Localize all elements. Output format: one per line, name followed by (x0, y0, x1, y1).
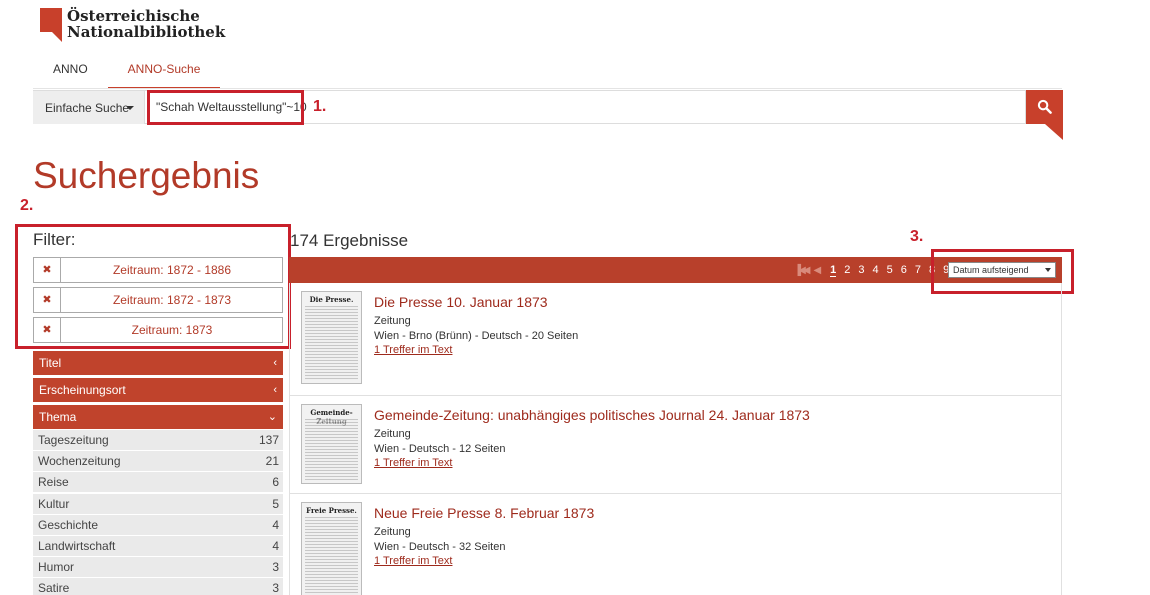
facet-value[interactable]: Reise 6 (33, 472, 283, 492)
facet-value[interactable]: Kultur 5 (33, 494, 283, 514)
page-title: Suchergebnis (33, 155, 260, 196)
facet-value-label: Humor (38, 560, 75, 574)
newspaper-thumbnail[interactable]: Gemeinde-Zeitung (301, 404, 362, 484)
result-hits-link[interactable]: 1 Treffer im Text (374, 555, 452, 567)
result-item: Gemeinde-Zeitung Gemeinde-Zeitung: unabh… (289, 396, 1062, 494)
newspaper-thumbnail[interactable]: Die Presse. (301, 291, 362, 384)
facet-value[interactable]: Tageszeitung 137 (33, 430, 283, 450)
search-type-label: Einfache Suche (45, 101, 130, 115)
page-link[interactable]: 5 (887, 264, 893, 276)
annotation-label-3: 3. (910, 228, 924, 245)
result-details: Wien - Deutsch - 32 Seiten (374, 541, 506, 553)
facet-value-count: 5 (272, 497, 279, 511)
annotation-box-1 (147, 90, 304, 125)
page-link[interactable]: 4 (873, 264, 879, 276)
annotation-label-1: 1. (313, 98, 327, 115)
facet-thema[interactable]: Thema ⌄ (33, 405, 283, 429)
result-title[interactable]: Gemeinde-Zeitung: unabhängiges politisch… (374, 407, 810, 423)
search-icon (1037, 99, 1052, 114)
nav-divider (33, 88, 1062, 89)
logo-line-2: Nationalbibliothek (67, 23, 226, 41)
facet-label: Erscheinungsort (39, 383, 126, 397)
facet-erscheinungsort[interactable]: Erscheinungsort ‹ (33, 378, 283, 402)
page-link[interactable]: 1 (830, 264, 837, 277)
newspaper-thumbnail[interactable]: Freie Presse. (301, 502, 362, 595)
results-count: 174 Ergebnisse (290, 231, 409, 250)
page-link[interactable]: 2 (844, 264, 850, 276)
facet-value[interactable]: Wochenzeitung 21 (33, 451, 283, 471)
result-details: Wien - Brno (Brünn) - Deutsch - 20 Seite… (374, 330, 579, 342)
facet-value-count: 137 (258, 433, 279, 447)
facet-value-label: Landwirtschaft (38, 539, 116, 553)
result-details: Wien - Deutsch - 12 Seiten (374, 443, 506, 455)
facet-value-count: 3 (272, 560, 279, 574)
facet-value[interactable]: Geschichte 4 (33, 515, 283, 535)
result-hits-link[interactable]: 1 Treffer im Text (374, 457, 452, 469)
result-title[interactable]: Neue Freie Presse 8. Februar 1873 (374, 505, 594, 521)
logo-text: Österreichische Nationalbibliothek (67, 8, 225, 41)
annotation-label-2: 2. (20, 197, 34, 214)
facet-value-label: Satire (38, 581, 70, 595)
remove-filter-icon[interactable]: ✖ (34, 258, 61, 282)
filter-tag-label: Zeitraum: 1872 - 1886 (112, 263, 232, 277)
facet-value-count: 4 (272, 518, 279, 532)
logo-line-1: Österreichische (67, 7, 200, 25)
facet-value-label: Tageszeitung (38, 433, 109, 447)
onb-logo[interactable]: Österreichische Nationalbibliothek (40, 8, 225, 42)
facet-value-label: Wochenzeitung (38, 454, 121, 468)
filter-title: Filter: (33, 230, 76, 249)
chevron-left-icon: ‹ (273, 384, 277, 396)
filter-tag: ✖ Zeitraum: 1873 (33, 317, 283, 343)
remove-filter-icon[interactable]: ✖ (34, 288, 61, 312)
page-link[interactable]: 7 (915, 264, 921, 276)
facet-value-label: Kultur (38, 497, 70, 511)
facet-value[interactable]: Humor 3 (33, 557, 283, 577)
result-item: Freie Presse. Neue Freie Presse 8. Febru… (289, 494, 1062, 595)
first-page-icon[interactable]: ▐◀◀ (794, 265, 811, 276)
facet-value-count: 6 (272, 475, 279, 489)
thumbnail-masthead: Freie Presse. (306, 506, 357, 515)
remove-filter-icon[interactable]: ✖ (34, 318, 61, 342)
filter-tag: ✖ Zeitraum: 1872 - 1886 (33, 257, 283, 283)
result-type: Zeitung (374, 526, 411, 538)
chevron-left-icon: ‹ (273, 357, 277, 369)
filter-tag-label: Zeitraum: 1872 - 1873 (112, 293, 232, 307)
facet-value[interactable]: Satire 3 (33, 578, 283, 595)
facet-value-label: Reise (38, 475, 69, 489)
facet-label: Titel (39, 356, 62, 370)
result-type: Zeitung (374, 428, 411, 440)
page-link[interactable]: 6 (901, 264, 907, 276)
facet-value-label: Geschichte (38, 518, 99, 532)
logo-mark-icon (40, 8, 62, 42)
nav-item-anno[interactable]: ANNO (33, 54, 108, 89)
facet-value-count: 3 (272, 581, 279, 595)
facet-value-count: 4 (272, 539, 279, 553)
facet-value-count: 21 (265, 454, 279, 468)
search-button-tail (1045, 124, 1063, 140)
filter-tag: ✖ Zeitraum: 1872 - 1873 (33, 287, 283, 313)
main-nav: ANNO ANNO-Suche (33, 54, 221, 89)
page-link[interactable]: 3 (858, 264, 864, 276)
prev-page-icon[interactable]: ◀ (813, 265, 821, 276)
result-item: Die Presse. Die Presse 10. Januar 1873 Z… (289, 283, 1062, 396)
result-type: Zeitung (374, 315, 411, 327)
result-title[interactable]: Die Presse 10. Januar 1873 (374, 294, 548, 310)
facet-label: Thema (39, 410, 77, 424)
chevron-down-icon: ⌄ (267, 411, 277, 423)
filter-tag-label: Zeitraum: 1873 (131, 323, 213, 337)
search-type-dropdown[interactable]: Einfache Suche (33, 91, 145, 124)
nav-item-anno-suche[interactable]: ANNO-Suche (107, 54, 221, 89)
result-hits-link[interactable]: 1 Treffer im Text (374, 344, 452, 356)
thumbnail-masthead: Die Presse. (309, 295, 354, 304)
facet-titel[interactable]: Titel ‹ (33, 351, 283, 375)
facet-value[interactable]: Landwirtschaft 4 (33, 536, 283, 556)
search-button[interactable] (1026, 90, 1063, 140)
caret-down-icon (126, 106, 134, 110)
